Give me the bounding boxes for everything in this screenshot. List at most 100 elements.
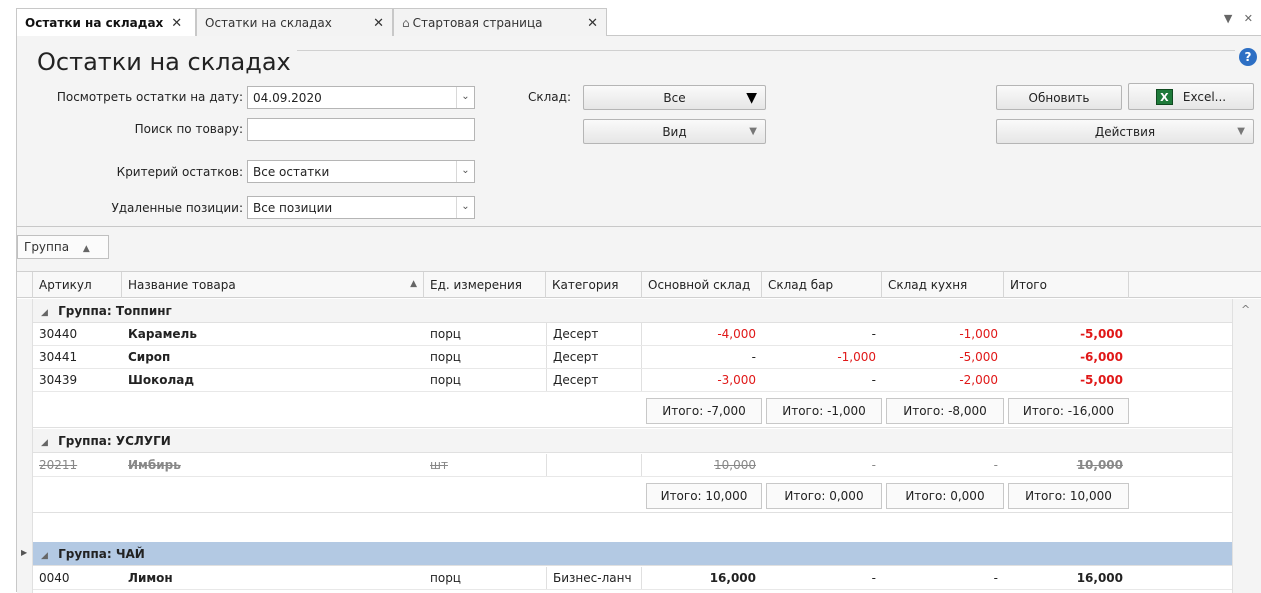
deleted-value: Все позиции bbox=[253, 201, 333, 215]
cell-kitchen: - bbox=[993, 458, 998, 472]
tab-stock-2[interactable]: Остатки на складах ✕ bbox=[196, 8, 393, 37]
group-row-tea[interactable]: ◢ Группа: ЧАЙ bbox=[33, 542, 1232, 566]
caret-down-icon: ▼ bbox=[749, 126, 757, 137]
cell-unit: порц bbox=[430, 350, 461, 364]
view-button[interactable]: Вид ▼ bbox=[583, 119, 766, 144]
col-unit[interactable]: Ед. измерения bbox=[424, 272, 546, 298]
refresh-label: Обновить bbox=[1028, 90, 1090, 105]
group-row-topping[interactable]: ◢ Группа: Топпинг bbox=[33, 299, 1232, 323]
group-totals-row: Итого: 10,000 Итого: 0,000 Итого: 0,000 … bbox=[33, 477, 1232, 513]
view-label: Вид bbox=[662, 124, 687, 139]
cell-category bbox=[546, 454, 642, 476]
total-total: Итого: 10,000 bbox=[1008, 483, 1129, 509]
caret-down-icon: ▼ bbox=[746, 89, 757, 106]
cell-bar: - bbox=[871, 571, 876, 585]
cell-total: 16,000 bbox=[1076, 571, 1123, 585]
close-icon[interactable]: ✕ bbox=[587, 16, 598, 31]
cell-category: Десерт bbox=[546, 369, 642, 391]
table-row[interactable]: 20211 Имбирь шт 10,000 - - 10,000 bbox=[33, 454, 1232, 477]
criteria-label: Критерий остатков: bbox=[116, 165, 243, 179]
collapse-icon[interactable]: ◢ bbox=[41, 551, 48, 561]
col-code[interactable]: Артикул bbox=[33, 272, 122, 298]
chevron-down-icon[interactable]: ⌄ bbox=[456, 161, 474, 182]
cell-unit: порц bbox=[430, 571, 461, 585]
group-by-chip[interactable]: Группа ▲ bbox=[17, 235, 109, 259]
cell-main: -4,000 bbox=[717, 327, 756, 341]
chevron-down-icon[interactable]: ⌄ bbox=[456, 87, 474, 108]
date-field[interactable]: 04.09.2020 ⌄ bbox=[247, 86, 475, 109]
cell-category: Бизнес-ланч bbox=[546, 567, 642, 589]
cell-kitchen: -2,000 bbox=[959, 373, 998, 387]
deleted-label: Удаленные позиции: bbox=[111, 201, 243, 215]
cell-bar: - bbox=[871, 458, 876, 472]
cell-total: -5,000 bbox=[1080, 373, 1123, 387]
title-divider bbox=[277, 50, 1235, 51]
tab-stock-1[interactable]: Остатки на складах ✕ bbox=[16, 8, 196, 37]
cell-code: 30441 bbox=[39, 350, 78, 364]
chevron-down-icon[interactable]: ⌄ bbox=[456, 197, 474, 218]
sort-asc-icon: ▲ bbox=[410, 279, 417, 289]
table-row[interactable]: 30441 Сироп порц Десерт - -1,000 -5,000 … bbox=[33, 346, 1232, 369]
cell-kitchen: -1,000 bbox=[959, 327, 998, 341]
grid-header: Артикул Название товара ▲ Ед. измерения … bbox=[17, 271, 1261, 298]
search-input[interactable] bbox=[247, 118, 475, 141]
warehouse-label: Склад: bbox=[528, 90, 571, 104]
caret-down-icon: ▼ bbox=[1237, 126, 1245, 137]
date-label: Посмотреть остатки на дату: bbox=[56, 90, 243, 104]
tab-start-page[interactable]: ⌂ Стартовая страница ✕ bbox=[393, 8, 607, 37]
table-row[interactable]: 30440 Карамель порц Десерт -4,000 - -1,0… bbox=[33, 323, 1232, 346]
col-total[interactable]: Итого bbox=[1004, 272, 1129, 298]
stock-grid: Группа ▲ Артикул Название товара ▲ Ед. и… bbox=[17, 226, 1261, 593]
tab-label: Стартовая страница bbox=[412, 16, 543, 30]
tab-menu-icon[interactable]: ▼ bbox=[1224, 12, 1232, 25]
cell-category: Десерт bbox=[546, 346, 642, 368]
cell-code: 0040 bbox=[39, 571, 70, 585]
col-kitchen-warehouse[interactable]: Склад кухня bbox=[882, 272, 1004, 298]
total-kitchen: Итого: -8,000 bbox=[886, 398, 1004, 424]
collapse-icon[interactable]: ◢ bbox=[41, 438, 48, 448]
close-icon[interactable]: ✕ bbox=[171, 16, 182, 31]
collapse-icon[interactable]: ◢ bbox=[41, 308, 48, 318]
excel-button[interactable]: X Excel... bbox=[1128, 83, 1254, 110]
deleted-select[interactable]: Все позиции ⌄ bbox=[247, 196, 475, 219]
cell-total: 10,000 bbox=[1076, 458, 1123, 472]
date-value: 04.09.2020 bbox=[253, 91, 322, 105]
col-name-label: Название товара bbox=[128, 278, 236, 292]
cell-main: -3,000 bbox=[717, 373, 756, 387]
warehouse-select[interactable]: Все ▼ bbox=[583, 85, 766, 110]
cell-main: 16,000 bbox=[709, 571, 756, 585]
table-row[interactable]: 30439 Шоколад порц Десерт -3,000 - -2,00… bbox=[33, 369, 1232, 392]
col-bar-warehouse[interactable]: Склад бар bbox=[762, 272, 882, 298]
cell-unit: шт bbox=[430, 458, 448, 472]
group-panel: Группа ▲ bbox=[17, 227, 1261, 271]
cell-total: -6,000 bbox=[1080, 350, 1123, 364]
grid-rows: ◢ Группа: Топпинг 30440 Карамель порц Де… bbox=[17, 299, 1261, 593]
tab-bar: Остатки на складах ✕ Остатки на складах … bbox=[0, 0, 1261, 37]
criteria-select[interactable]: Все остатки ⌄ bbox=[247, 160, 475, 183]
col-main-warehouse[interactable]: Основной склад bbox=[642, 272, 762, 298]
table-row[interactable]: 0040 Лимон порц Бизнес-ланч 16,000 - - 1… bbox=[33, 567, 1232, 590]
tab-controls: ▼ ✕ bbox=[1216, 12, 1253, 25]
close-icon[interactable]: ✕ bbox=[373, 16, 384, 31]
group-totals-row: Итого: -7,000 Итого: -1,000 Итого: -8,00… bbox=[33, 392, 1232, 428]
actions-button[interactable]: Действия ▼ bbox=[996, 119, 1254, 144]
refresh-button[interactable]: Обновить bbox=[996, 85, 1122, 110]
group-name: Группа: ЧАЙ bbox=[58, 547, 145, 561]
close-all-icon[interactable]: ✕ bbox=[1244, 12, 1253, 25]
main-panel: Остатки на складах ? Посмотреть остатки … bbox=[16, 36, 1261, 593]
col-category[interactable]: Категория bbox=[546, 272, 642, 298]
cell-name: Сироп bbox=[128, 350, 171, 364]
tab-label: Остатки на складах bbox=[25, 16, 164, 30]
cell-name: Лимон bbox=[128, 571, 173, 585]
home-icon: ⌂ bbox=[402, 16, 410, 30]
warehouse-value: Все bbox=[663, 90, 686, 105]
group-row-services[interactable]: ◢ Группа: УСЛУГИ bbox=[33, 429, 1232, 453]
group-name: Группа: УСЛУГИ bbox=[58, 434, 171, 448]
cell-code: 30440 bbox=[39, 327, 78, 341]
col-name[interactable]: Название товара ▲ bbox=[122, 272, 424, 298]
help-icon[interactable]: ? bbox=[1239, 48, 1257, 66]
excel-icon: X bbox=[1155, 88, 1173, 105]
cell-name: Карамель bbox=[128, 327, 197, 341]
criteria-value: Все остатки bbox=[253, 165, 330, 179]
cell-bar: - bbox=[871, 327, 876, 341]
